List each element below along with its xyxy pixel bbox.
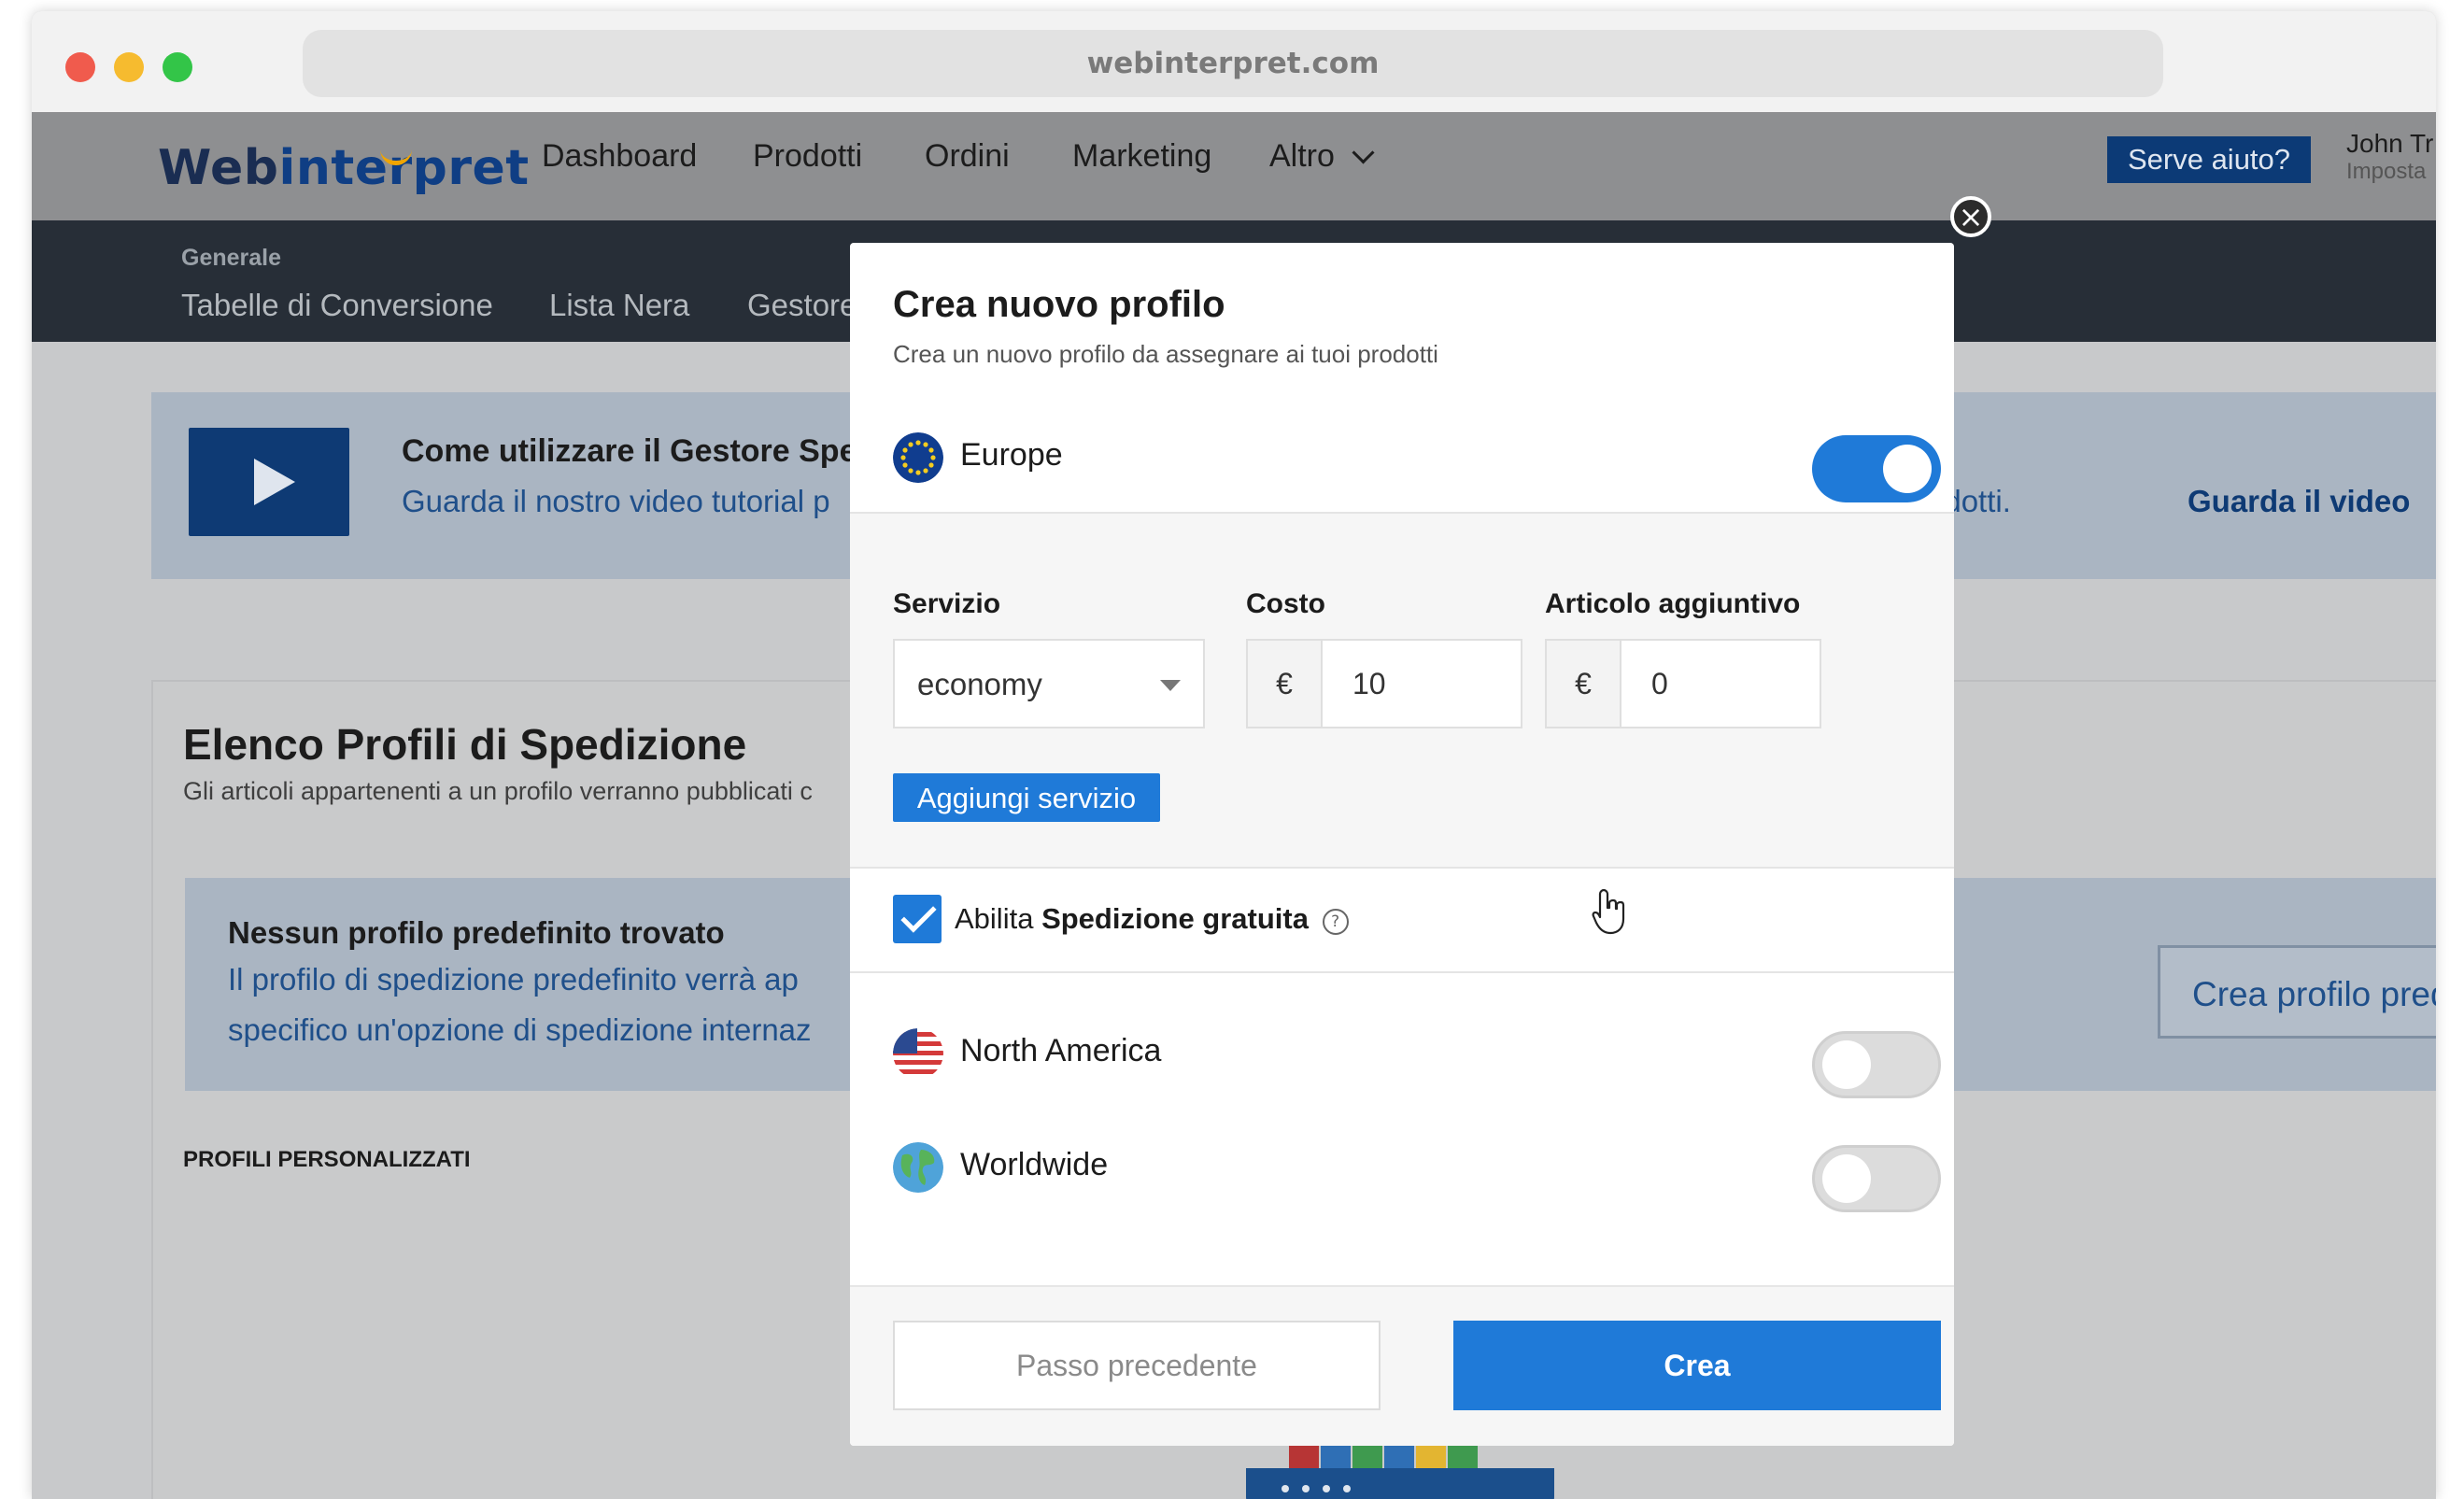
user-name[interactable]: John Tr (2346, 129, 2433, 159)
play-video-button[interactable] (189, 428, 349, 536)
checkmark-icon (900, 897, 937, 933)
help-button[interactable]: Serve aiuto? (2107, 136, 2311, 183)
top-navigation: Webinterpret Dashboard Prodotti Ordini M… (32, 112, 2436, 220)
nav-altro-label: Altro (1269, 138, 1335, 174)
notice-title: Nessun profilo predefinito trovato (228, 915, 725, 950)
toggle-knob (1822, 1040, 1871, 1089)
create-button[interactable]: Crea (1453, 1321, 1941, 1410)
chevron-down-icon (1352, 141, 1375, 164)
profiles-title: Elenco Profili di Spedizione (183, 720, 747, 769)
video-banner-title: Come utilizzare il Gestore Spedi (402, 433, 885, 469)
notice-text-line-2: specifico un'opzione di spedizione inter… (228, 1012, 812, 1047)
browser-window: webinterpret.com Webinterpret Dashboard … (32, 11, 2436, 1499)
caret-down-icon (1160, 680, 1181, 691)
region-name-worldwide: Worldwide (960, 1147, 1109, 1182)
close-icon[interactable]: × (1950, 196, 1991, 237)
eu-flag-icon (893, 432, 943, 483)
notice-text-line-1: Il profilo di spedizione predefinito ver… (228, 962, 799, 997)
north-america-toggle[interactable] (1812, 1031, 1941, 1098)
us-flag-icon (893, 1028, 943, 1079)
address-bar[interactable]: webinterpret.com (303, 30, 2163, 97)
toggle-knob (1822, 1154, 1871, 1203)
subnav-heading: Generale (181, 245, 282, 271)
watch-video-link[interactable]: Guarda il video (2188, 484, 2410, 519)
europe-toggle[interactable] (1812, 435, 1941, 502)
dialog-footer: Passo precedente Crea (850, 1285, 1954, 1446)
create-profile-dialog: Crea nuovo profilo Crea un nuovo profilo… (850, 243, 1954, 1446)
extra-item-currency: € (1547, 641, 1621, 727)
hand-cursor-icon (1592, 887, 1629, 940)
divider (850, 971, 1954, 973)
extra-item-input[interactable] (1621, 641, 1820, 727)
extra-item-field: € (1545, 639, 1821, 728)
service-select-value: economy (917, 667, 1042, 701)
nav-altro[interactable]: Altro (1269, 138, 1375, 175)
free-shipping-row: Abilita Spedizione gratuita ? (850, 869, 1954, 971)
browser-chrome: webinterpret.com (32, 11, 2436, 113)
webinterpret-logo[interactable]: Webinterpret (158, 140, 530, 196)
nav-prodotti[interactable]: Prodotti (753, 138, 862, 175)
subnav-lista-nera[interactable]: Lista Nera (549, 288, 689, 323)
subnav-tabelle-conversione[interactable]: Tabelle di Conversione (181, 288, 493, 323)
cost-input[interactable] (1323, 641, 1521, 727)
dialog-title: Crea nuovo profilo (893, 284, 1225, 325)
previous-step-button[interactable]: Passo precedente (893, 1321, 1381, 1410)
service-settings-panel: Servizio Costo Articolo aggiuntivo econo… (850, 514, 1954, 867)
custom-profiles-label: PROFILI PERSONALIZZATI (183, 1147, 471, 1172)
nav-marketing[interactable]: Marketing (1072, 138, 1211, 175)
globe-icon (893, 1142, 943, 1193)
nav-dashboard[interactable]: Dashboard (542, 138, 697, 175)
add-service-button[interactable]: Aggiungi servizio (893, 773, 1160, 822)
region-row-europe: Europe (850, 411, 1954, 504)
profiles-subtitle: Gli articoli appartenenti a un profilo v… (183, 777, 813, 805)
region-row-north-america: North America (850, 1007, 1954, 1100)
maximize-window-button[interactable] (163, 52, 192, 82)
create-default-profile-button[interactable]: Crea profilo pred (2158, 945, 2436, 1039)
region-name-europe: Europe (960, 437, 1063, 473)
user-settings-link[interactable]: Imposta (2346, 159, 2426, 185)
dialog-subtitle: Crea un nuovo profilo da assegnare ai tu… (893, 340, 1438, 368)
service-label: Servizio (893, 588, 1001, 619)
video-banner-subtitle: Guarda il nostro video tutorial p (402, 484, 830, 518)
region-name-north-america: North America (960, 1033, 1162, 1068)
extra-item-label: Articolo aggiuntivo (1545, 588, 1801, 619)
nav-ordini[interactable]: Ordini (925, 138, 1010, 175)
minimize-window-button[interactable] (114, 52, 144, 82)
service-select[interactable]: economy (893, 639, 1205, 728)
region-row-worldwide: Worldwide (850, 1121, 1954, 1214)
subnav-gestore[interactable]: Gestore (747, 288, 857, 323)
cost-field: € (1246, 639, 1522, 728)
worldwide-toggle[interactable] (1812, 1145, 1941, 1212)
free-shipping-bold-text: Spedizione gratuita (1041, 902, 1309, 935)
toggle-knob (1883, 445, 1932, 493)
logo-text-web: Web (158, 140, 279, 196)
close-window-button[interactable] (65, 52, 95, 82)
cost-label: Costo (1246, 588, 1325, 619)
cost-currency: € (1248, 641, 1323, 727)
free-shipping-prefix: Abilita (955, 902, 1034, 935)
play-icon (254, 459, 295, 505)
free-shipping-checkbox[interactable] (893, 895, 942, 943)
help-circle-icon[interactable]: ? (1322, 909, 1349, 935)
free-shipping-label: Abilita Spedizione gratuita ? (955, 902, 1349, 936)
